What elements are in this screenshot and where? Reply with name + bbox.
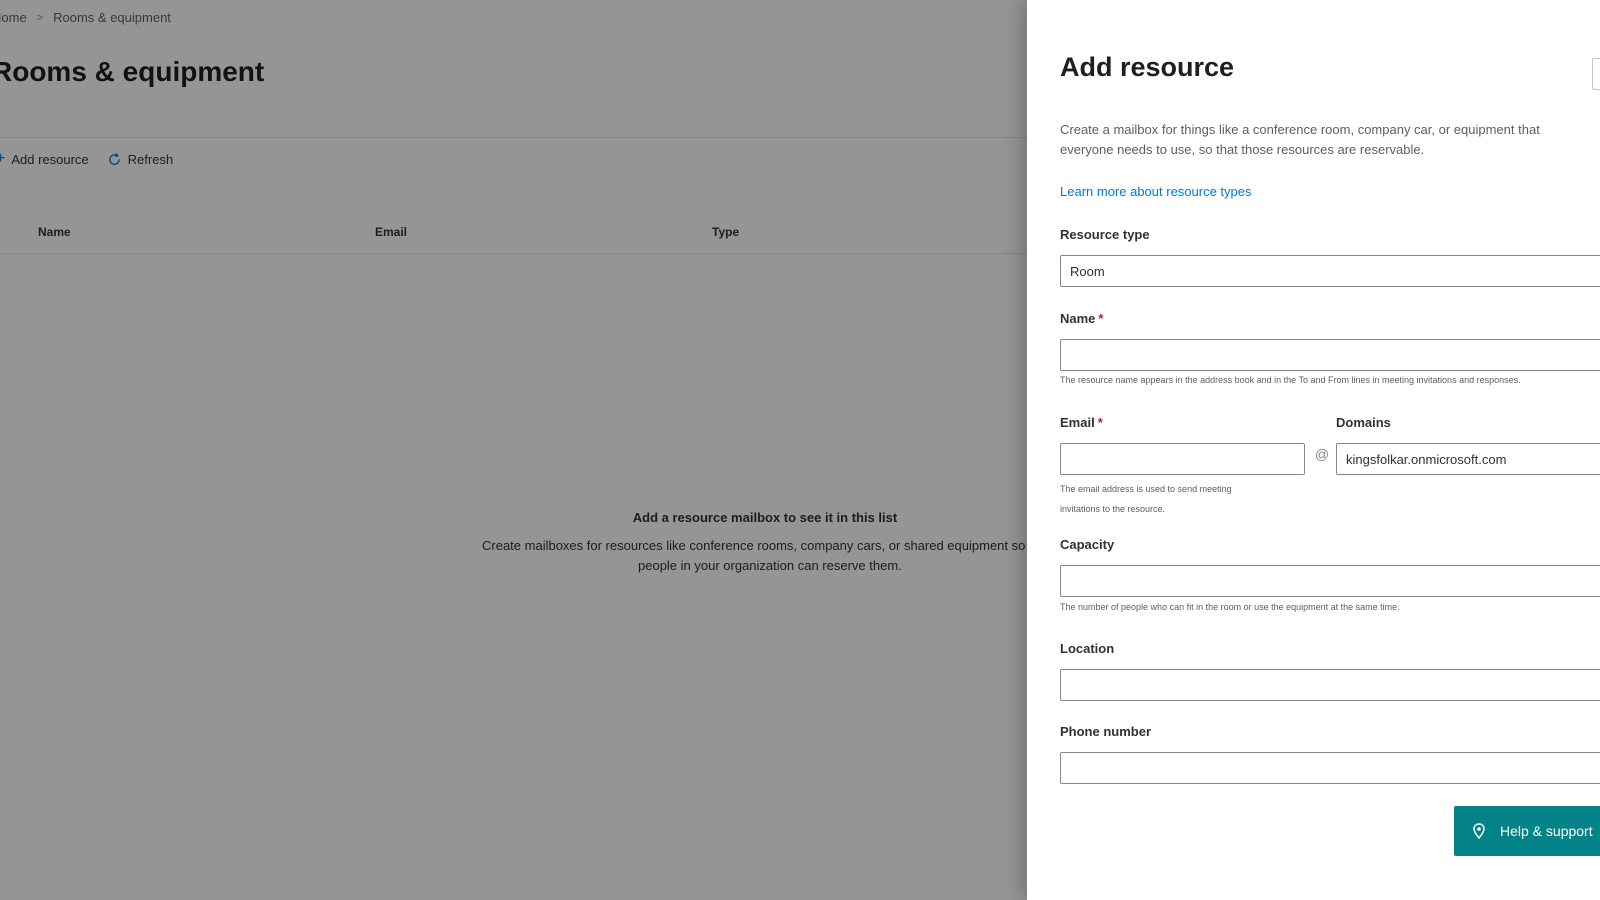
add-resource-panel: Add resource Create a mailbox for things… bbox=[1027, 0, 1600, 900]
name-required-mark: * bbox=[1098, 311, 1104, 326]
phone-number-label: Phone number bbox=[1060, 724, 1152, 739]
domains-label: Domains bbox=[1336, 415, 1391, 430]
email-label-text: Email bbox=[1060, 415, 1095, 430]
help-support-label: Help & support bbox=[1500, 823, 1593, 839]
location-input[interactable] bbox=[1060, 669, 1600, 701]
domains-dropdown[interactable]: kingsfolkar.onmicrosoft.com bbox=[1336, 443, 1600, 475]
resource-type-dropdown[interactable]: Room bbox=[1060, 255, 1600, 287]
email-required-mark: * bbox=[1097, 415, 1103, 430]
phone-number-input[interactable] bbox=[1060, 752, 1600, 784]
panel-description-line-1: Create a mailbox for things like a confe… bbox=[1060, 122, 1540, 137]
panel-description-line-2: everyone needs to use, so that those res… bbox=[1060, 142, 1425, 157]
capacity-input[interactable] bbox=[1060, 565, 1600, 597]
capacity-helper-text: The number of people who can fit in the … bbox=[1060, 602, 1400, 612]
resource-type-label: Resource type bbox=[1060, 227, 1150, 242]
email-helper-line-2: invitations to the resource. bbox=[1060, 504, 1166, 514]
close-button[interactable] bbox=[1592, 58, 1600, 90]
name-helper-text: The resource name appears in the address… bbox=[1060, 375, 1521, 385]
email-helper-line-1: The email address is used to send meetin… bbox=[1060, 484, 1232, 494]
learn-more-link[interactable]: Learn more about resource types bbox=[1060, 184, 1252, 199]
name-input[interactable] bbox=[1060, 339, 1600, 371]
pin-icon bbox=[1473, 823, 1485, 839]
resource-type-value: Room bbox=[1070, 263, 1105, 279]
email-label: Email * bbox=[1060, 415, 1103, 430]
location-label: Location bbox=[1060, 641, 1115, 656]
domains-value: kingsfolkar.onmicrosoft.com bbox=[1346, 451, 1507, 467]
help-support-button[interactable]: Help & support bbox=[1454, 806, 1600, 856]
capacity-label: Capacity bbox=[1060, 537, 1115, 552]
panel-title: Add resource bbox=[1060, 52, 1235, 82]
email-helper-text: The email address is used to send meetin… bbox=[1060, 479, 1232, 519]
name-label-text: Name bbox=[1060, 311, 1096, 326]
name-label: Name * bbox=[1060, 311, 1103, 326]
email-input[interactable] bbox=[1060, 443, 1305, 475]
at-sign: @ bbox=[1314, 446, 1330, 462]
panel-description: Create a mailbox for things like a confe… bbox=[1060, 120, 1600, 160]
